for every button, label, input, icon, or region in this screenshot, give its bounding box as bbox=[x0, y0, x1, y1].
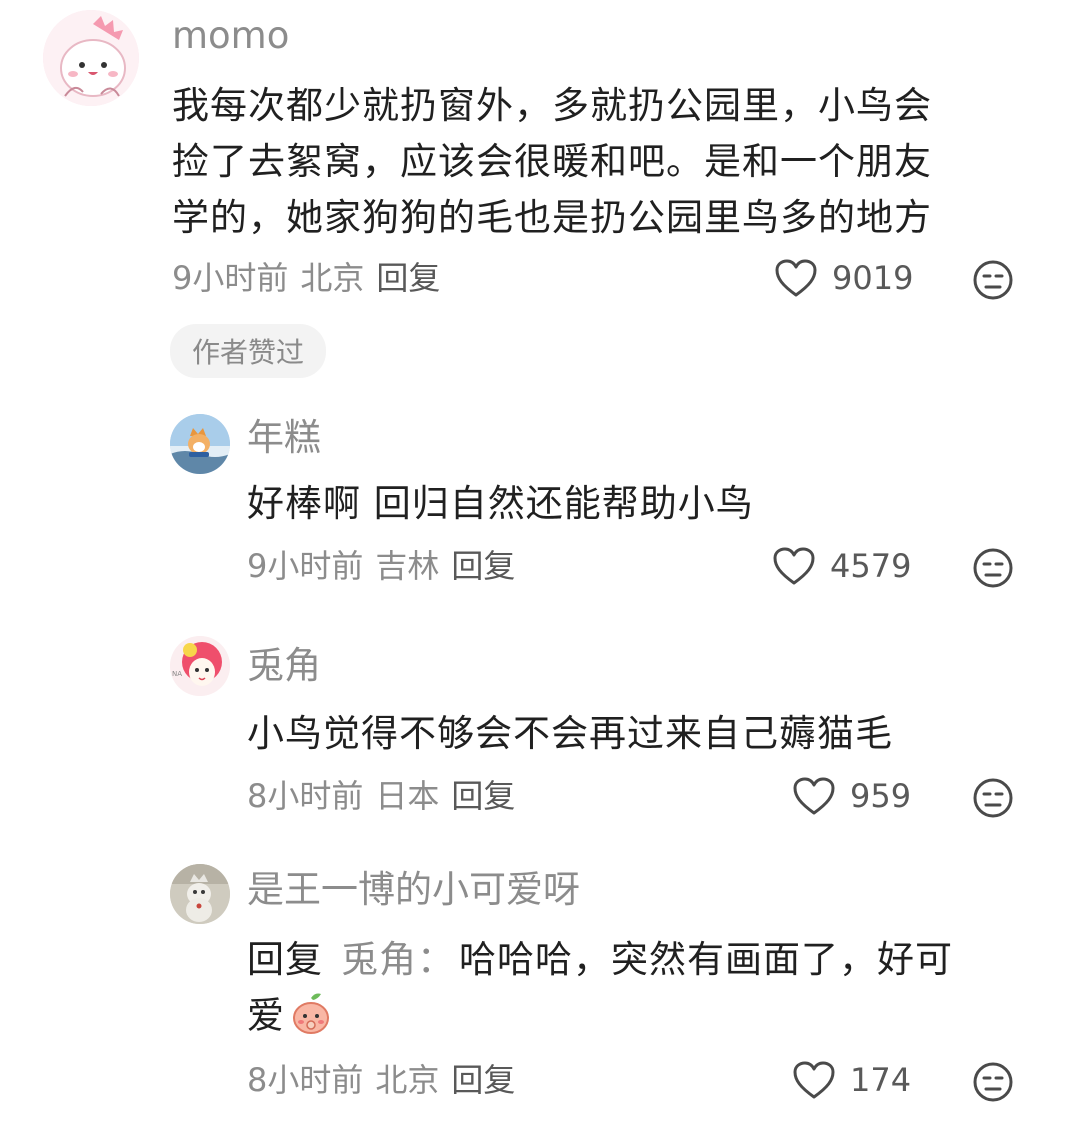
comment-time: 8小时前 bbox=[247, 777, 364, 815]
red-hair-girl-avatar-icon: NA bbox=[170, 636, 230, 696]
like-button[interactable]: 4579 bbox=[772, 544, 911, 588]
meh-face-icon bbox=[973, 548, 1013, 588]
svg-text:NA: NA bbox=[172, 670, 182, 678]
avatar[interactable] bbox=[43, 10, 139, 106]
comment-time: 9小时前 bbox=[247, 547, 364, 585]
avatar[interactable] bbox=[170, 414, 230, 474]
peach-shy-emoji-icon bbox=[289, 992, 333, 1052]
comment-username[interactable]: momo bbox=[172, 14, 289, 58]
meh-face-icon bbox=[973, 1062, 1013, 1102]
comment-niangao: 年糕 好棒啊 回归自然还能帮助小鸟 9小时前 吉林 回复 4579 bbox=[0, 400, 1079, 600]
comment-tujiao: NA 兎角 小鸟觉得不够会不会再过来自己薅猫毛 8小时前 日本 回复 959 bbox=[0, 630, 1079, 830]
comment-text-line: 哈哈哈，突然有画面了，好可 bbox=[459, 938, 953, 981]
like-button[interactable]: 959 bbox=[792, 774, 911, 818]
comment-location: 北京 bbox=[300, 259, 365, 297]
reply-button[interactable]: 回复 bbox=[451, 1058, 515, 1102]
comment-momo: momo 我每次都少就扔窗外，多就扔公园里，小鸟会 捡了去絮窝，应该会很暖和吧。… bbox=[0, 0, 1079, 390]
meh-face-icon bbox=[973, 260, 1013, 300]
like-count: 174 bbox=[850, 1061, 912, 1099]
author-liked-badge: 作者赞过 bbox=[170, 324, 326, 378]
heart-outline-icon bbox=[793, 777, 835, 815]
heart-outline-icon bbox=[793, 1061, 835, 1099]
comment-time: 9小时前 bbox=[172, 259, 289, 297]
comment-location: 吉林 bbox=[375, 547, 440, 585]
comment-meta: 8小时前 日本 回复 bbox=[247, 774, 515, 818]
comment-reply-wangyibo: 是王一博的小可爱呀 回复 兎角： 哈哈哈，突然有画面了，好可 爱 8小时前 北京 回… bbox=[0, 860, 1079, 1126]
dislike-button[interactable] bbox=[972, 259, 1014, 305]
comment-text: 小鸟觉得不够会不会再过来自己薅猫毛 bbox=[247, 712, 893, 755]
comment-text: 回复 兎角： 哈哈哈，突然有画面了，好可 bbox=[247, 932, 953, 988]
dislike-button[interactable] bbox=[972, 777, 1014, 823]
reply-button[interactable]: 回复 bbox=[451, 544, 515, 588]
heart-outline-icon bbox=[775, 259, 817, 297]
comment-text-line: 我每次都少就扔窗外，多就扔公园里，小鸟会 bbox=[172, 84, 932, 127]
comment-text-line: 学的，她家狗狗的毛也是扔公园里鸟多的地方 bbox=[172, 196, 932, 239]
comment-location: 北京 bbox=[375, 1061, 440, 1099]
cat-avatar-icon bbox=[170, 864, 230, 924]
reply-button[interactable]: 回复 bbox=[451, 774, 515, 818]
reply-target-user[interactable]: 兎角： bbox=[341, 938, 455, 981]
like-button[interactable]: 9019 bbox=[774, 256, 913, 300]
comment-meta: 9小时前 北京 回复 bbox=[172, 256, 440, 300]
dislike-button[interactable] bbox=[972, 547, 1014, 593]
comment-meta: 8小时前 北京 回复 bbox=[247, 1058, 515, 1102]
dislike-button[interactable] bbox=[972, 1061, 1014, 1107]
comment-text-line: 爱 bbox=[247, 994, 285, 1037]
comment-meta: 9小时前 吉林 回复 bbox=[247, 544, 515, 588]
comment-text-line-2: 爱 bbox=[247, 988, 333, 1052]
meh-face-icon bbox=[973, 778, 1013, 818]
pink-dinosaur-avatar-icon bbox=[43, 10, 139, 106]
comment-text: 好棒啊 回归自然还能帮助小鸟 bbox=[247, 482, 754, 525]
avatar[interactable]: NA bbox=[170, 636, 230, 696]
comment-username[interactable]: 年糕 bbox=[247, 416, 321, 460]
reply-button[interactable]: 回复 bbox=[376, 256, 440, 300]
like-button[interactable]: 174 bbox=[792, 1058, 911, 1102]
heart-outline-icon bbox=[773, 547, 815, 585]
comment-location: 日本 bbox=[375, 777, 440, 815]
avatar[interactable] bbox=[170, 864, 230, 924]
reply-prefix: 回复 bbox=[247, 938, 323, 981]
comment-time: 8小时前 bbox=[247, 1061, 364, 1099]
comment-username[interactable]: 是王一博的小可爱呀 bbox=[247, 868, 580, 912]
like-count: 9019 bbox=[832, 259, 914, 297]
cat-seaside-avatar-icon bbox=[170, 414, 230, 474]
like-count: 959 bbox=[850, 777, 912, 815]
comment-text-line: 捡了去絮窝，应该会很暖和吧。是和一个朋友 bbox=[172, 140, 932, 183]
like-count: 4579 bbox=[830, 547, 912, 585]
comment-username[interactable]: 兎角 bbox=[247, 644, 321, 688]
